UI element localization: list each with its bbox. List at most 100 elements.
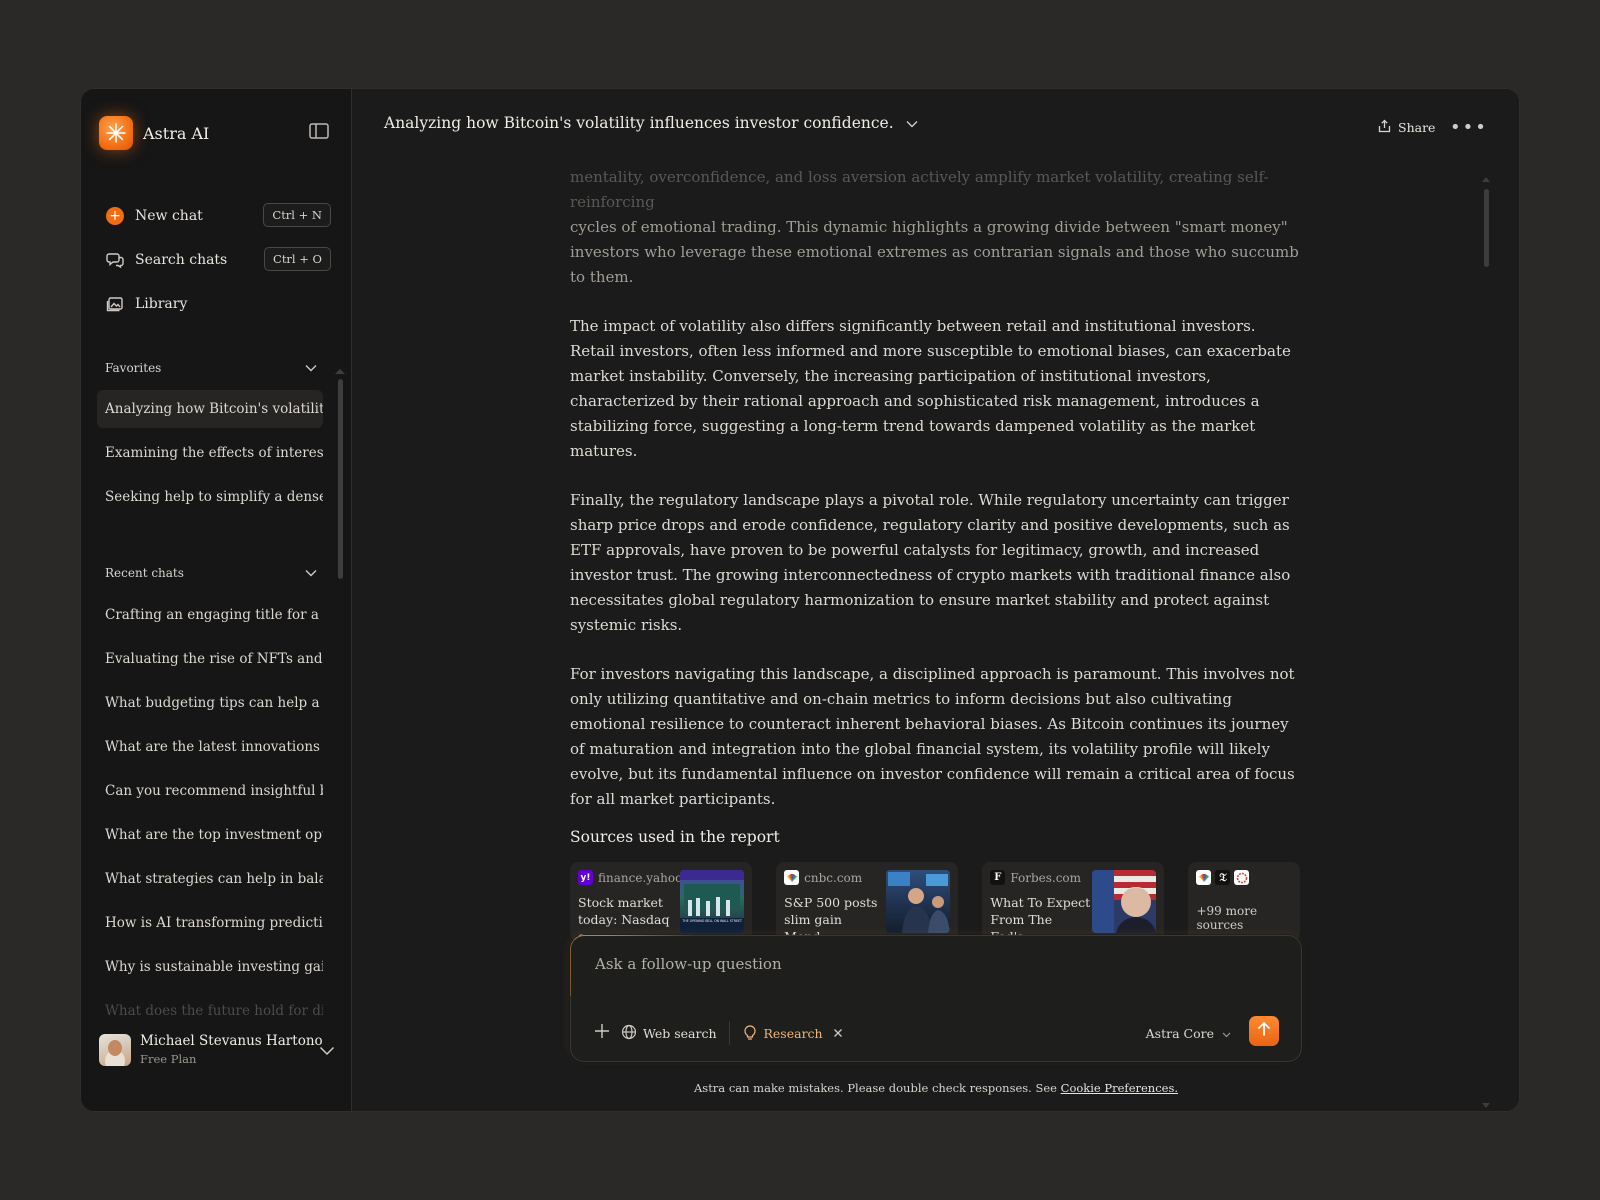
search-chats-shortcut: Ctrl + O [264, 247, 331, 271]
favorites-heading: Favorites [105, 361, 162, 375]
user-profile[interactable]: Michael Stevanus Hartono Free Plan [99, 1033, 335, 1066]
sidebar-toggle-icon[interactable] [309, 123, 331, 141]
sidebar-scrollbar-thumb[interactable] [338, 379, 343, 579]
news-favicon-icon [1234, 870, 1250, 885]
source-card[interactable]: y! finance.yahoo Stock market today: Nas… [570, 862, 753, 944]
recent-chat-item[interactable]: What budgeting tips can help a ne... [97, 684, 323, 722]
recent-chats-heading: Recent chats [105, 566, 184, 580]
astra-logo-icon [99, 116, 133, 150]
recent-chats-header[interactable]: Recent chats [105, 566, 317, 580]
disclaimer: Astra can make mistakes. Please double c… [570, 1081, 1302, 1095]
source-thumbnail [1092, 870, 1157, 933]
share-label: Share [1398, 120, 1436, 135]
brand[interactable]: Astra AI [99, 116, 209, 150]
recent-chat-item[interactable]: Evaluating the rise of NFTs and th... [97, 640, 323, 678]
forbes-favicon-icon: F [990, 870, 1006, 885]
new-chat-button[interactable]: + New chat Ctrl + N [97, 199, 335, 233]
thumbnail-caption: THE OPENING BELL ON WALL STREET [682, 919, 742, 923]
user-name: Michael Stevanus Hartono [140, 1033, 323, 1049]
favorite-chat-item[interactable]: Analyzing how Bitcoin's volatility... [97, 390, 323, 428]
new-chat-label: New chat [135, 208, 203, 224]
composer-tools: Web search Research [593, 1021, 843, 1045]
library-label: Library [135, 296, 188, 312]
favorite-chat-item[interactable]: Examining the effects of interest r... [97, 434, 323, 472]
more-sources-label: +99 more sources [1196, 904, 1258, 932]
model-selector[interactable]: Astra Core [1146, 1026, 1231, 1041]
search-chats-button[interactable]: Search chats Ctrl + O [97, 243, 335, 277]
source-card[interactable]: F Forbes.com What To Expect From The Fed… [982, 862, 1165, 944]
chevron-down-icon [906, 113, 918, 132]
follow-up-input[interactable] [595, 952, 1195, 976]
main-panel: Analyzing how Bitcoin's volatility influ… [352, 89, 1519, 1111]
send-button[interactable] [1249, 1016, 1279, 1046]
recent-chat-item[interactable]: What are the top investment optio... [97, 816, 323, 854]
favorites-list: Analyzing how Bitcoin's volatility... Ex… [97, 390, 323, 522]
source-thumbnail [886, 870, 951, 933]
response-paragraph: mentality, overconfidence, and loss aver… [570, 165, 1300, 290]
plus-circle-icon: + [105, 206, 125, 226]
favorite-chat-item[interactable]: Seeking help to simplify a dense a... [97, 478, 323, 516]
globe-icon [621, 1024, 637, 1043]
response-paragraph: Finally, the regulatory landscape plays … [570, 491, 1291, 634]
recent-chat-item[interactable]: What are the latest innovations in... [97, 728, 323, 766]
recent-chats-list: Crafting an engaging title for a vis... … [97, 596, 323, 1036]
add-attachment-icon[interactable] [593, 1022, 611, 1044]
scroll-down-arrow[interactable] [1482, 1103, 1490, 1108]
scroll-up-arrow[interactable] [1482, 177, 1490, 182]
new-chat-shortcut: Ctrl + N [263, 203, 331, 227]
chevron-down-icon[interactable] [319, 1041, 335, 1060]
recent-chat-item[interactable]: Can you recommend insightful bo... [97, 772, 323, 810]
sidebar: Astra AI + New chat Ctrl + N Search chat… [81, 89, 352, 1111]
sources-title: Sources used in the report [570, 828, 780, 846]
source-card[interactable]: cnbc.com S&P 500 posts slim gain Mond... [776, 862, 959, 944]
sidebar-nav: + New chat Ctrl + N Search chats Ctrl + … [97, 199, 335, 331]
paragraph-text: cycles of emotional trading. This dynami… [570, 218, 1299, 286]
brand-name: Astra AI [143, 123, 210, 143]
recent-chat-item[interactable]: Crafting an engaging title for a vis... [97, 596, 323, 634]
source-thumbnail: THE OPENING BELL ON WALL STREET [680, 870, 745, 933]
research-label: Research [763, 1025, 823, 1041]
search-chats-label: Search chats [135, 252, 228, 268]
chat-title: Analyzing how Bitcoin's volatility influ… [384, 113, 894, 132]
recent-chat-item[interactable]: What strategies can help in balan... [97, 860, 323, 898]
recent-chat-item[interactable]: Why is sustainable investing gaini... [97, 948, 323, 986]
web-search-button[interactable]: Web search [621, 1024, 717, 1043]
yahoo-favicon-icon: y! [578, 870, 593, 885]
chat-bubbles-icon [105, 250, 125, 270]
research-chip[interactable]: Research [742, 1024, 843, 1043]
cookie-preferences-link[interactable]: Cookie Preferences. [1061, 1081, 1178, 1095]
source-domain: cnbc.com [804, 870, 863, 885]
arrow-up-icon [1257, 1021, 1271, 1041]
more-options-icon[interactable]: ••• [1450, 117, 1488, 138]
composer: Web search Research Astra Core [570, 935, 1302, 1062]
main-scrollbar-thumb[interactable] [1484, 189, 1489, 267]
user-plan: Free Plan [140, 1052, 197, 1066]
cnbc-favicon-icon [784, 870, 800, 885]
close-icon[interactable] [833, 1026, 843, 1041]
nyt-favicon-icon: 𝔗 [1215, 870, 1231, 885]
sidebar-scroll-up-arrow[interactable] [335, 369, 345, 374]
disclaimer-text: Astra can make mistakes. Please double c… [693, 1081, 1061, 1095]
favorites-header[interactable]: Favorites [105, 361, 317, 375]
recent-chat-item[interactable]: How is AI transforming predictio... [97, 904, 323, 942]
more-sources-card[interactable]: 𝔗 +99 more sources [1188, 862, 1300, 941]
share-button[interactable]: Share [1378, 119, 1435, 136]
recent-chat-item[interactable]: What does the future hold for digi... [97, 992, 323, 1030]
chevron-down-icon [1222, 1026, 1231, 1041]
response-paragraph: The impact of volatility also differs si… [570, 317, 1291, 460]
source-domain: finance.yahoo [598, 870, 683, 885]
source-domain: Forbes.com [1010, 870, 1082, 885]
app-window: Astra AI + New chat Ctrl + N Search chat… [80, 88, 1520, 1112]
share-icon [1378, 119, 1391, 136]
avatar [99, 1033, 131, 1066]
web-search-label: Web search [643, 1025, 717, 1041]
response-content: mentality, overconfidence, and loss aver… [570, 165, 1300, 979]
library-button[interactable]: Library [97, 287, 335, 321]
cnbc-favicon-icon [1196, 870, 1212, 885]
sources-row: y! finance.yahoo Stock market today: Nas… [570, 862, 1300, 944]
chevron-down-icon [305, 566, 317, 580]
chat-title-dropdown[interactable]: Analyzing how Bitcoin's volatility influ… [384, 113, 918, 132]
model-label: Astra Core [1145, 1026, 1214, 1041]
chevron-down-icon [305, 361, 317, 375]
faded-line: mentality, overconfidence, and loss aver… [570, 168, 1269, 211]
